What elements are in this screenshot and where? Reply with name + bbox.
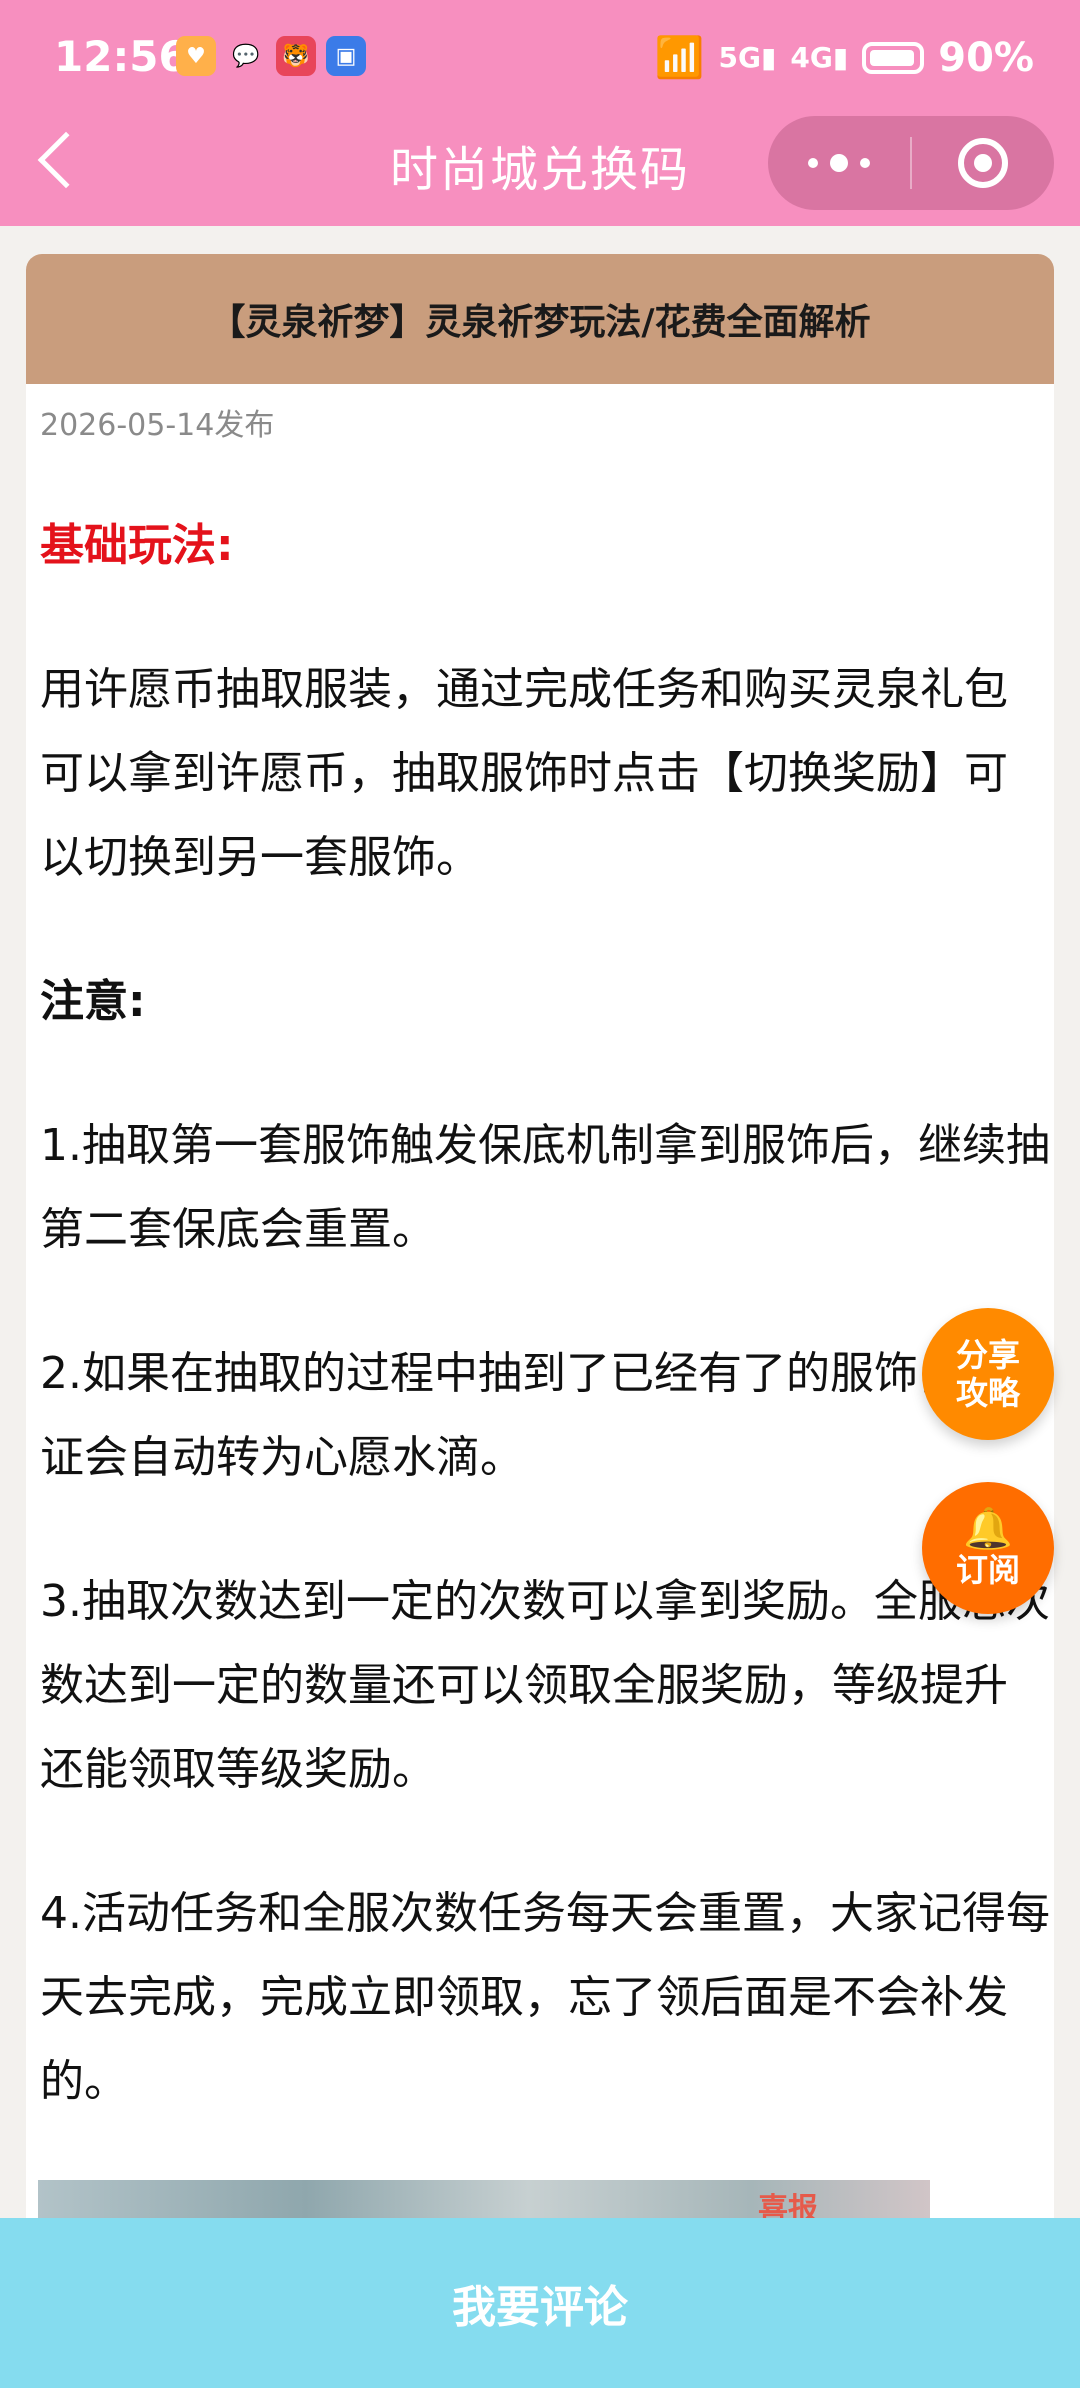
share-label-line2: 攻略 bbox=[955, 1374, 1020, 1412]
publish-date: 2026-05-14发布 bbox=[40, 408, 275, 443]
share-label-line1: 分享 bbox=[955, 1336, 1020, 1374]
note-item: 1.抽取第一套服饰触发保底机制拿到服饰后，继续抽第二套保底会重置。 bbox=[40, 1120, 1050, 1255]
battery-level: 90% bbox=[938, 34, 1034, 81]
mini-program-capsule bbox=[768, 116, 1054, 210]
header-bar: 12:56 ♥ 💬 🐯 ▣ 📶 5G▮ 4G▮ 90% 时尚城兑换码 bbox=[0, 0, 1080, 226]
close-mini-program-icon[interactable] bbox=[912, 138, 1054, 188]
status-time: 12:56 bbox=[54, 32, 188, 81]
comment-button[interactable]: 我要评论 bbox=[0, 2218, 1080, 2388]
nav-bar: 时尚城兑换码 bbox=[0, 112, 1080, 222]
note-item: 4.活动任务和全服次数任务每天会重置，大家记得每天去完成，完成立即领取，忘了领后… bbox=[40, 1888, 1050, 2107]
status-right: 📶 5G▮ 4G▮ 90% bbox=[654, 34, 1034, 82]
tiger-app-icon: 🐯 bbox=[276, 36, 316, 76]
more-menu-icon[interactable] bbox=[768, 154, 910, 172]
article-card: 【灵泉祈梦】灵泉祈梦玩法/花费全面解析 2026-05-14发布 基础玩法: 用… bbox=[26, 254, 1054, 2388]
battery-icon bbox=[862, 41, 925, 74]
heart-app-icon: ♥ bbox=[176, 36, 216, 76]
note-item: 3.抽取次数达到一定的次数可以拿到奖励。全服总次数达到一定的数量还可以领取全服奖… bbox=[40, 1576, 1050, 1795]
note-item: 2.如果在抽取的过程中抽到了已经有了的服饰，蜜友证会自动转为心愿水滴。 bbox=[40, 1348, 1050, 1483]
notification-icons: ♥ 💬 🐯 ▣ bbox=[176, 36, 366, 76]
section-heading: 基础玩法: bbox=[40, 520, 234, 571]
bell-icon: 🔔 bbox=[963, 1506, 1013, 1552]
note-heading: 注意: bbox=[40, 976, 146, 1027]
wifi-icon: 📶 bbox=[654, 35, 705, 81]
signal-5g-icon: 5G▮ bbox=[718, 41, 777, 74]
chat-bubble-icon: 💬 bbox=[232, 43, 260, 69]
subscribe-button[interactable]: 🔔 订阅 bbox=[922, 1482, 1054, 1614]
article-title: 【灵泉祈梦】灵泉祈梦玩法/花费全面解析 bbox=[26, 254, 1054, 384]
comment-label: 我要评论 bbox=[452, 2282, 628, 2333]
status-bar: 12:56 ♥ 💬 🐯 ▣ 📶 5G▮ 4G▮ 90% bbox=[0, 0, 1080, 110]
article-body: 基础玩法: 用许愿币抽取服装，通过完成任务和购买灵泉礼包可以拿到许愿币，抽取服饰… bbox=[40, 504, 1050, 2124]
intro-paragraph: 用许愿币抽取服装，通过完成任务和购买灵泉礼包可以拿到许愿币，抽取服饰时点击【切换… bbox=[40, 664, 1008, 883]
signal-4g-icon: 4G▮ bbox=[790, 41, 849, 74]
id-card-app-icon: ▣ bbox=[326, 36, 366, 76]
subscribe-label: 订阅 bbox=[955, 1551, 1020, 1589]
share-guide-button[interactable]: 分享 攻略 bbox=[922, 1308, 1054, 1440]
